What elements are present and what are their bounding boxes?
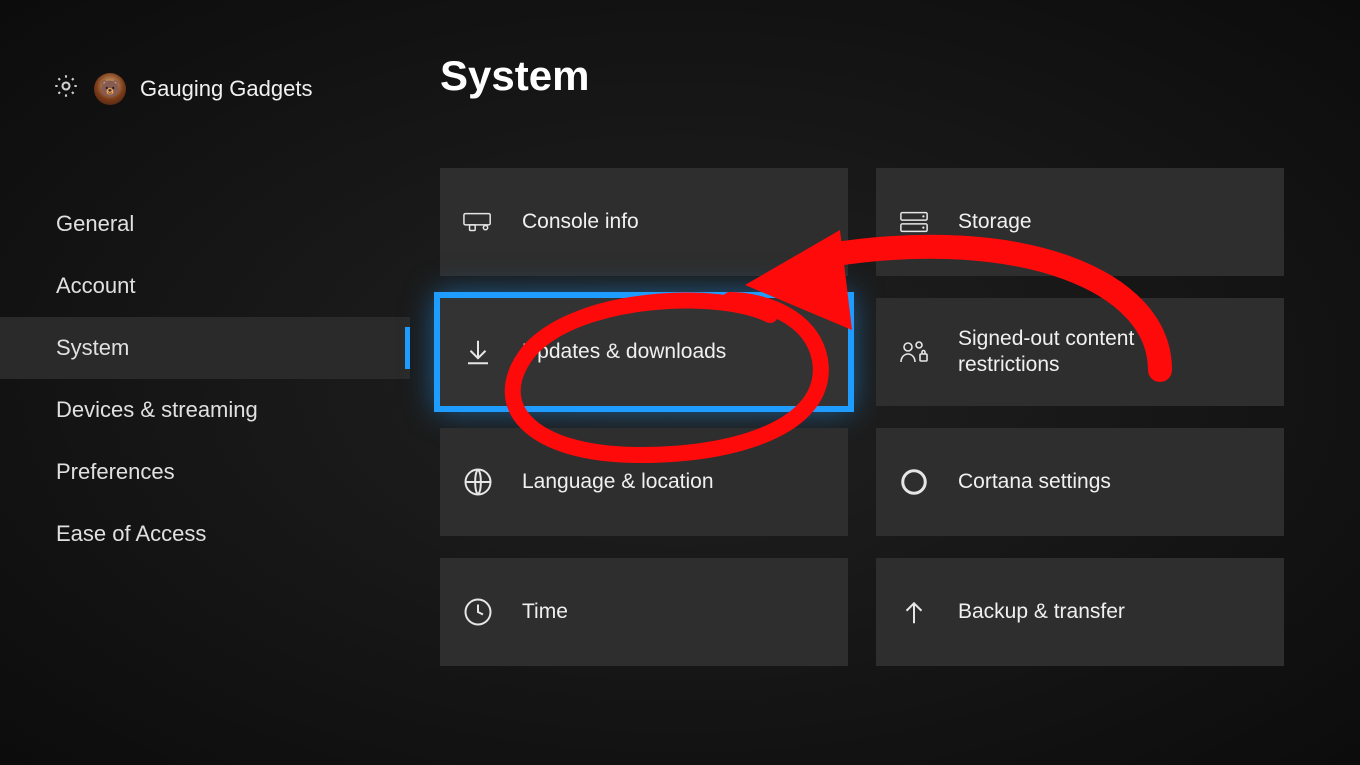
sidebar-item-label: Account [56,273,136,298]
circle-icon [896,464,932,500]
tile-label: Language & location [522,469,714,495]
tile-label: Updates & downloads [522,339,726,365]
tile-label: Signed-out content restrictions [958,326,1238,379]
sidebar-header: 🐻 Gauging Gadgets [0,72,410,105]
globe-icon [460,464,496,500]
tile-label: Cortana settings [958,469,1111,495]
profile-name: Gauging Gadgets [140,76,312,102]
download-icon [460,334,496,370]
sidebar-item-ease-of-access[interactable]: Ease of Access [0,503,410,565]
tile-label: Time [522,599,568,625]
sidebar-item-label: Preferences [56,459,175,484]
tile-label: Backup & transfer [958,599,1125,625]
storage-icon [896,204,932,240]
tile-language-location[interactable]: Language & location [440,428,848,536]
sidebar-item-label: Devices & streaming [56,397,258,422]
avatar[interactable]: 🐻 [94,73,126,105]
sidebar-item-preferences[interactable]: Preferences [0,441,410,503]
tile-console-info[interactable]: Console info [440,168,848,276]
sidebar-item-general[interactable]: General [0,193,410,255]
tile-time[interactable]: Time [440,558,848,666]
main-content: System Console info Storage Updates & do… [440,52,1340,666]
upload-icon [896,594,932,630]
sidebar-item-system[interactable]: System [0,317,410,379]
tile-cortana-settings[interactable]: Cortana settings [876,428,1284,536]
sidebar: 🐻 Gauging Gadgets General Account System… [0,0,410,765]
sidebar-item-label: System [56,335,129,360]
gear-icon[interactable] [52,72,80,105]
tile-grid: Console info Storage Updates & downloads… [440,168,1340,666]
tile-storage[interactable]: Storage [876,168,1284,276]
clock-icon [460,594,496,630]
sidebar-item-label: General [56,211,134,236]
sidebar-nav: General Account System Devices & streami… [0,193,410,565]
tile-label: Storage [958,209,1032,235]
people-lock-icon [896,334,932,370]
sidebar-item-account[interactable]: Account [0,255,410,317]
console-icon [460,204,496,240]
sidebar-item-devices-streaming[interactable]: Devices & streaming [0,379,410,441]
tile-backup-transfer[interactable]: Backup & transfer [876,558,1284,666]
tile-updates-downloads[interactable]: Updates & downloads [440,298,848,406]
tile-signed-out-restrictions[interactable]: Signed-out content restrictions [876,298,1284,406]
sidebar-item-label: Ease of Access [56,521,206,546]
page-title: System [440,52,1340,100]
tile-label: Console info [522,209,639,235]
